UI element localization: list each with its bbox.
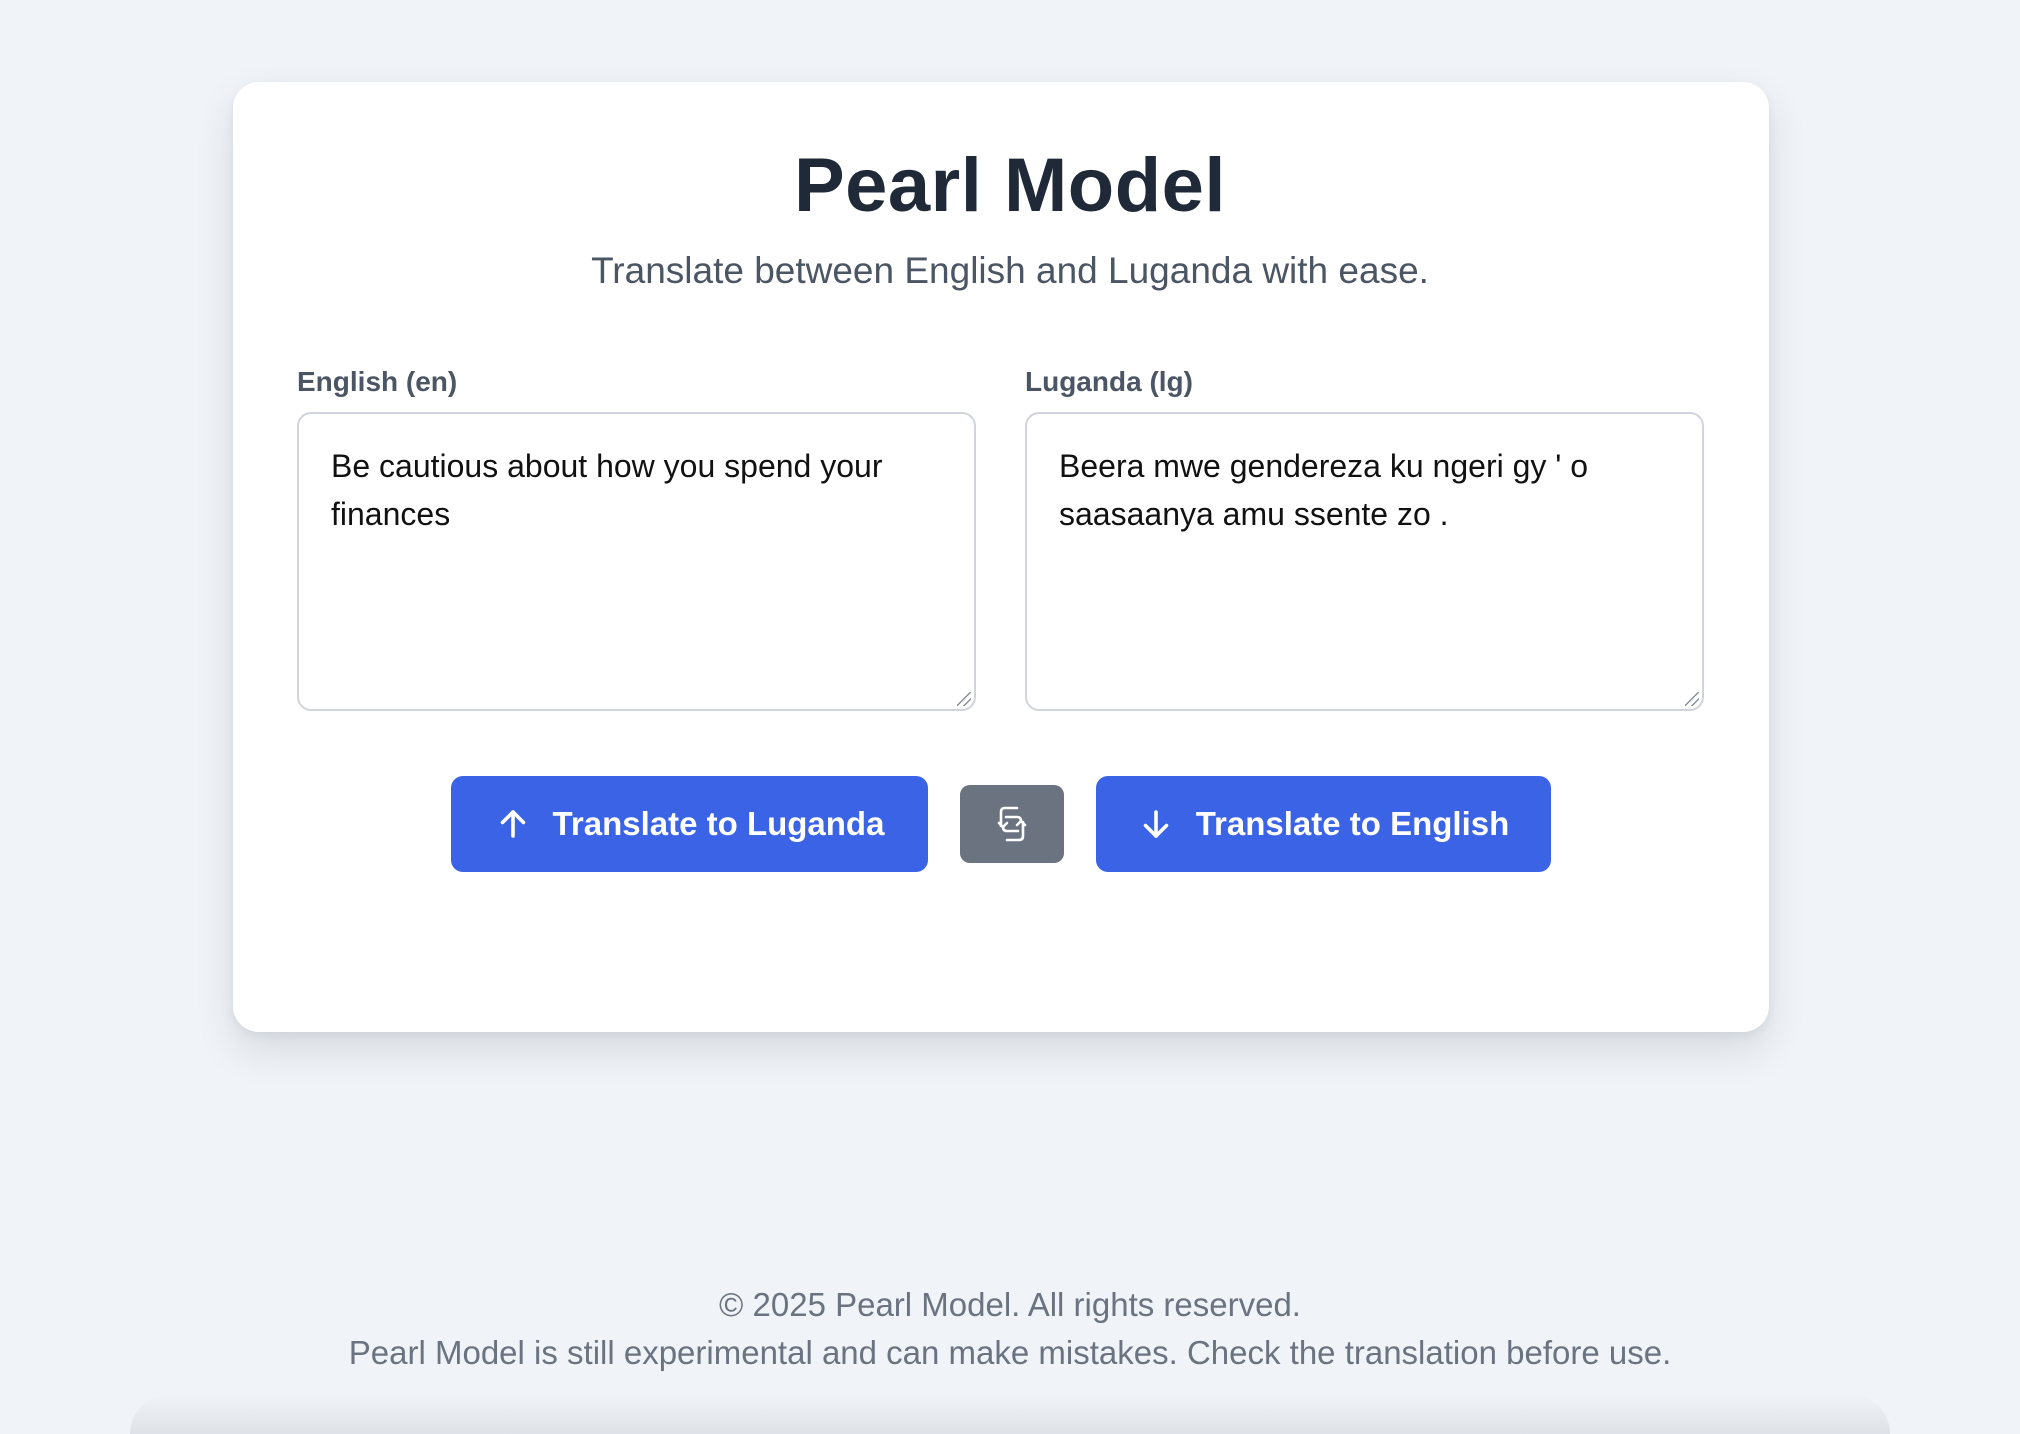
page: Pearl Model Translate between English an… [0,0,2020,1434]
translate-to-english-label: Translate to English [1195,805,1510,842]
english-field-label: English (en) [297,366,458,397]
footer-copyright: © 2025 Pearl Model. All rights reserved. [719,1286,1301,1323]
swap-icon [997,806,1027,842]
resize-handle-icon[interactable] [957,692,971,706]
luganda-field-label: Luganda (lg) [1025,366,1193,397]
luganda-textarea[interactable]: Beera mwe gendereza ku ngeri gy ' o saas… [1025,412,1704,711]
translate-to-luganda-button[interactable]: Translate to Luganda [451,776,928,872]
translate-to-luganda-label: Translate to Luganda [552,805,885,842]
luganda-text: Beera mwe gendereza ku ngeri gy ' o saas… [1059,448,1589,532]
english-textarea[interactable]: Be cautious about how you spend your fin… [297,412,976,711]
resize-handle-icon[interactable] [1685,692,1699,706]
swap-languages-button[interactable] [960,785,1064,863]
arrow-down-icon [1143,810,1169,838]
bottom-shadow [130,1394,1890,1434]
footer-disclaimer: Pearl Model is still experimental and ca… [348,1334,1672,1371]
arrow-up-icon [500,810,525,838]
page-subtitle: Translate between English and Luganda wi… [591,250,1429,291]
translate-to-english-button[interactable]: Translate to English [1096,776,1551,872]
english-text: Be cautious about how you spend your fin… [331,448,883,532]
page-title: Pearl Model [793,143,1227,228]
